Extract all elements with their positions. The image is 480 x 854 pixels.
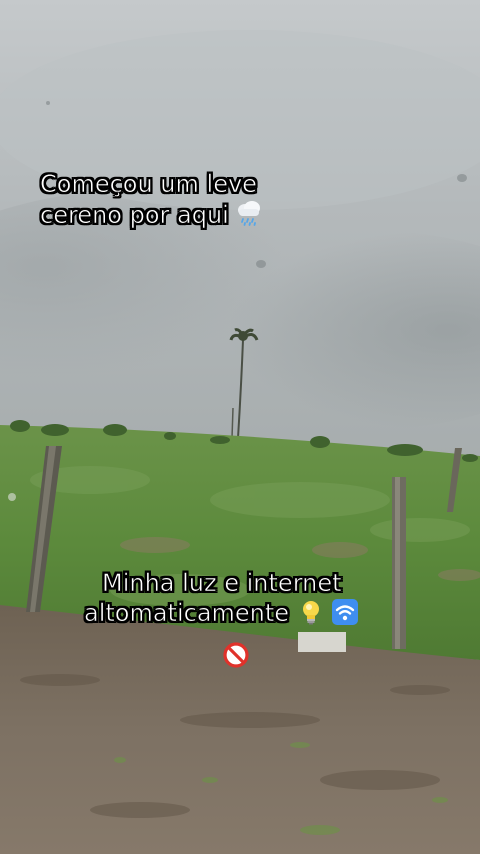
- wifi-signal-icon: [332, 599, 359, 626]
- caption-bottom-line-2: altomaticamente: [84, 598, 359, 628]
- landscape-photo: [0, 0, 480, 854]
- caption-bottom: Minha luz e internet altomaticamente: [84, 569, 359, 629]
- light-bulb-icon: [303, 601, 320, 625]
- caption-bottom-line-2-text: altomaticamente: [84, 599, 290, 628]
- caption-bottom-line-1: Minha luz e internet: [102, 569, 342, 598]
- photo-frame: Começou um leve cereno por aqui Minha lu…: [0, 0, 480, 854]
- caption-top: Começou um leve cereno por aqui: [40, 170, 263, 231]
- caption-top-line-1: Começou um leve: [40, 170, 258, 199]
- fence-post-right: [392, 477, 406, 649]
- caption-top-line-2-text: cereno por aqui: [40, 201, 229, 230]
- cloud-with-rain-icon: [237, 201, 260, 227]
- white-block: [298, 632, 346, 652]
- prohibited-icon: [223, 642, 249, 668]
- caption-top-line-2: cereno por aqui: [40, 199, 263, 230]
